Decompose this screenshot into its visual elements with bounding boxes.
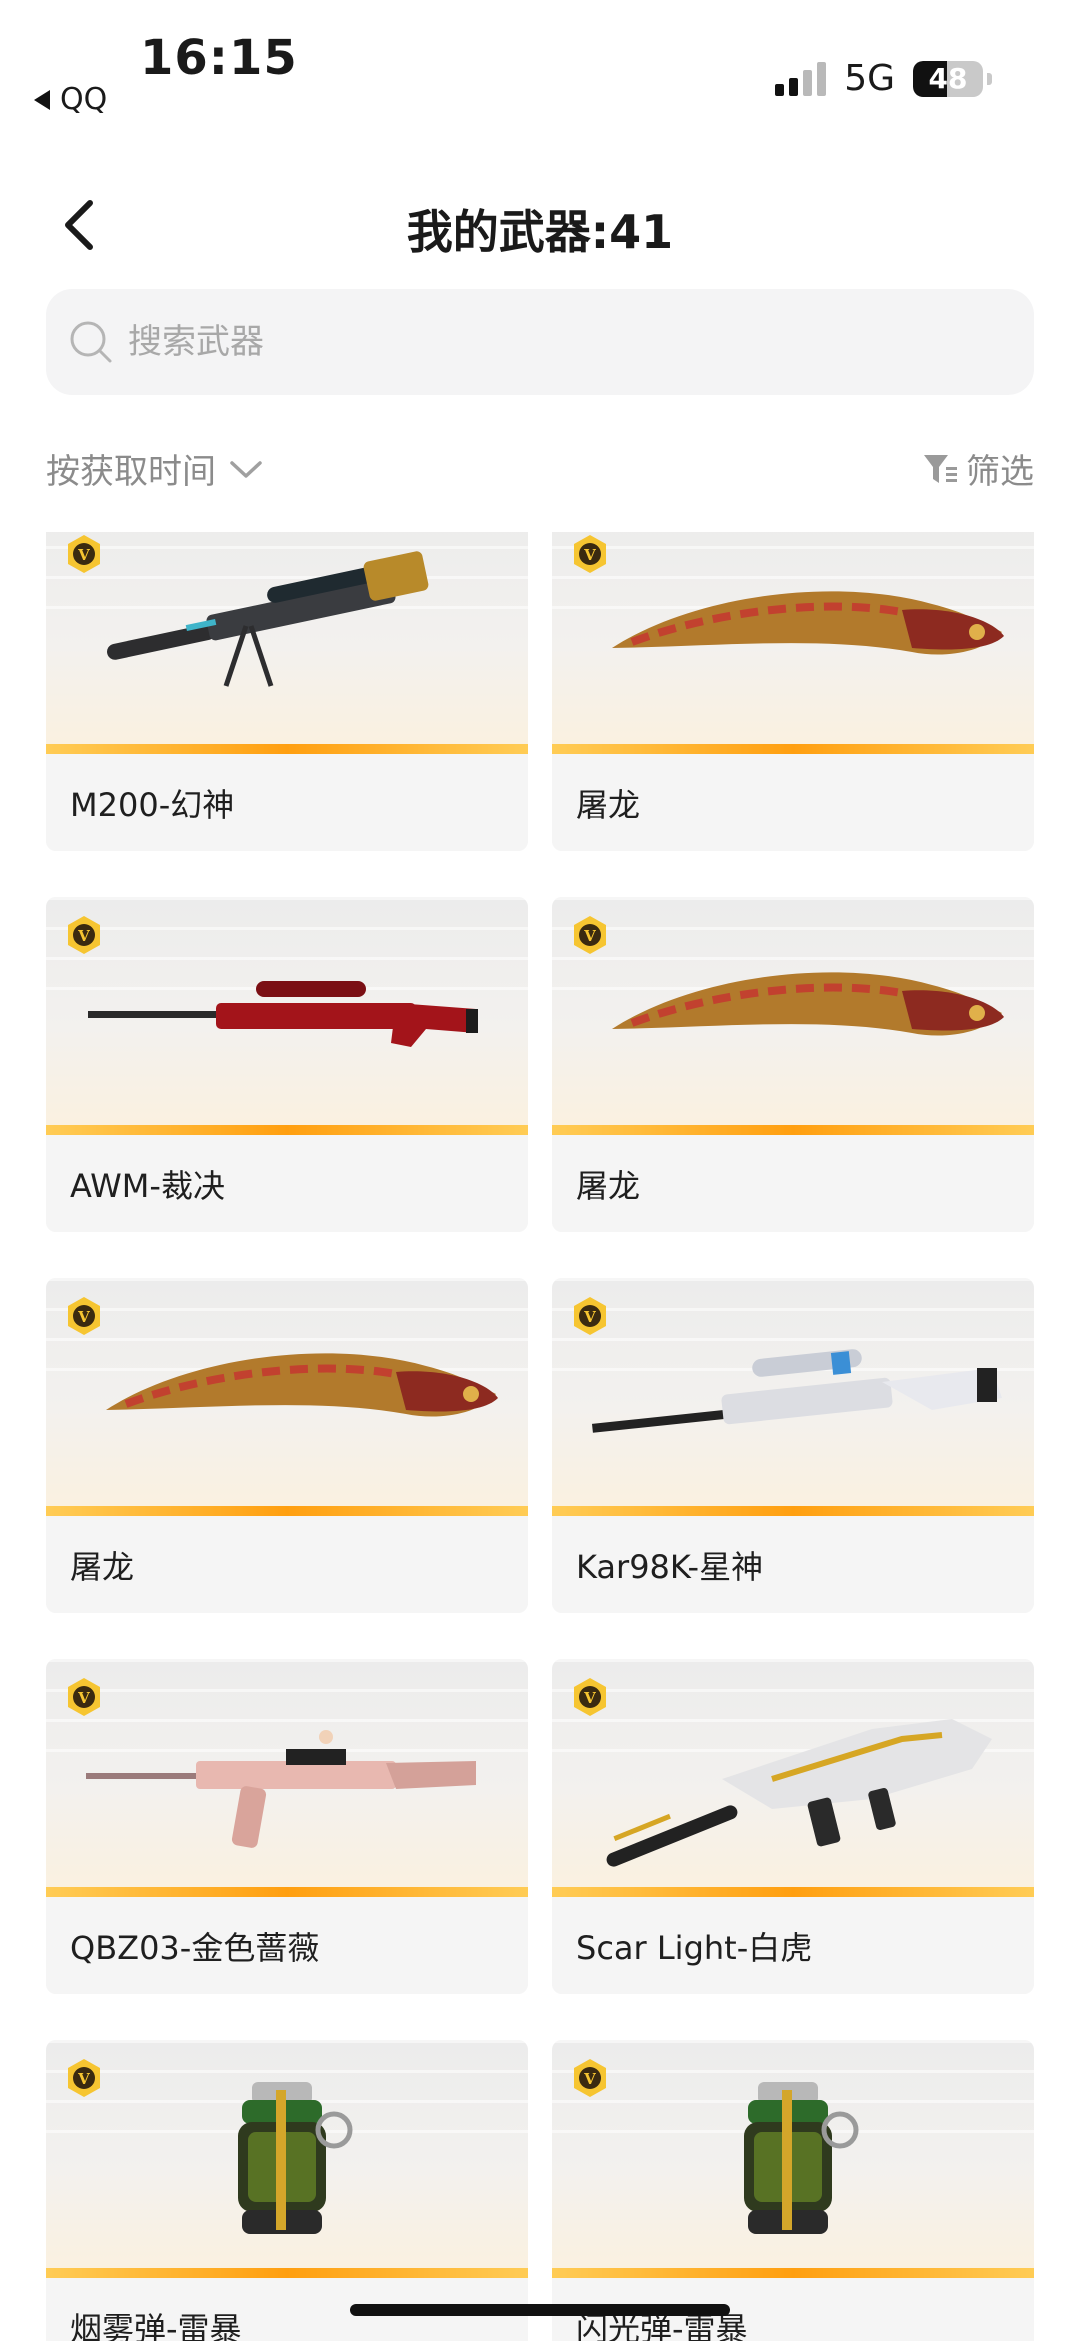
weapon-image-area: V <box>552 897 1034 1135</box>
weapon-name: 屠龙 <box>552 754 1034 851</box>
weapon-card[interactable]: V M200-幻神 <box>46 532 528 851</box>
return-to-app-link[interactable]: QQ <box>34 82 107 117</box>
weapon-card[interactable]: V 烟雾弹-雷暴 <box>46 2040 528 2341</box>
weapon-name: AWM-裁决 <box>46 1135 528 1232</box>
back-triangle-icon <box>34 89 50 110</box>
weapon-image-area: V <box>552 2040 1034 2278</box>
weapon-image-area: V <box>46 1659 528 1897</box>
weapon-card[interactable]: V 屠龙 <box>46 1278 528 1613</box>
weapon-image-area: V <box>552 1278 1034 1516</box>
weapon-image-area: V <box>46 897 528 1135</box>
status-indicators: 5G 48 <box>775 58 992 99</box>
weapon-card[interactable]: V Scar Light-白虎 <box>552 1659 1034 1994</box>
weapon-card[interactable]: V 屠龙 <box>552 532 1034 851</box>
search-input[interactable] <box>128 322 928 362</box>
weapon-image-area: V <box>46 2040 528 2278</box>
sniper-rifle-icon <box>88 981 478 1047</box>
weapon-list[interactable]: V M200-幻神 V 屠龙 V AWM-裁决 V 屠龙 V 屠龙 V Kar9… <box>0 532 1080 2341</box>
battery-tip <box>987 72 992 85</box>
weapon-card[interactable]: V AWM-裁决 <box>46 897 528 1232</box>
page-title: 我的武器:41 <box>406 205 674 259</box>
network-type: 5G <box>844 58 895 99</box>
status-time: 16:15 <box>140 30 298 86</box>
sniper-rifle-icon <box>107 551 429 687</box>
assault-rifle-icon <box>86 1730 476 1848</box>
home-indicator[interactable] <box>350 2304 730 2316</box>
weapon-image-area: V <box>46 1278 528 1516</box>
grenade-icon <box>744 2082 859 2234</box>
weapon-image-area: V <box>552 1659 1034 1897</box>
filter-button[interactable]: 筛选 <box>922 444 1034 493</box>
weapon-image-area: V <box>46 532 528 754</box>
grenade-icon <box>238 2082 353 2234</box>
battery-icon: 48 <box>913 60 983 97</box>
bolt-rifle-icon <box>591 1349 1002 1433</box>
assault-rifle-icon <box>606 1719 992 1867</box>
sort-dropdown[interactable]: 按获取时间 <box>46 444 264 493</box>
weapon-card[interactable]: V 闪光弹-雷暴 <box>552 2040 1034 2341</box>
weapon-name: 屠龙 <box>46 1516 528 1613</box>
weapon-name: 屠龙 <box>552 1135 1034 1232</box>
return-app-label: QQ <box>60 82 108 117</box>
weapon-card[interactable]: V Kar98K-星神 <box>552 1278 1034 1613</box>
battery-level: 48 <box>928 61 968 95</box>
weapon-card[interactable]: V QBZ03-金色蔷薇 <box>46 1659 528 1994</box>
dragon-knife-icon <box>612 972 1004 1036</box>
weapon-name: Kar98K-星神 <box>552 1516 1034 1613</box>
search-icon <box>70 321 112 363</box>
signal-strength-icon <box>775 61 827 96</box>
search-bar[interactable] <box>46 289 1034 395</box>
chevron-down-icon <box>230 460 262 478</box>
filter-icon <box>924 454 957 483</box>
weapon-card[interactable]: V 屠龙 <box>552 897 1034 1232</box>
sort-label: 按获取时间 <box>46 452 216 492</box>
weapon-image-area: V <box>552 532 1034 754</box>
weapon-name: QBZ03-金色蔷薇 <box>46 1897 528 1994</box>
filter-label: 筛选 <box>966 452 1034 492</box>
weapon-grid: V M200-幻神 V 屠龙 V AWM-裁决 V 屠龙 V 屠龙 V Kar9… <box>46 532 1034 2341</box>
dragon-knife-icon <box>612 591 1004 655</box>
weapon-name: Scar Light-白虎 <box>552 1897 1034 1994</box>
dragon-knife-icon <box>106 1353 498 1417</box>
weapon-name: M200-幻神 <box>46 754 528 851</box>
